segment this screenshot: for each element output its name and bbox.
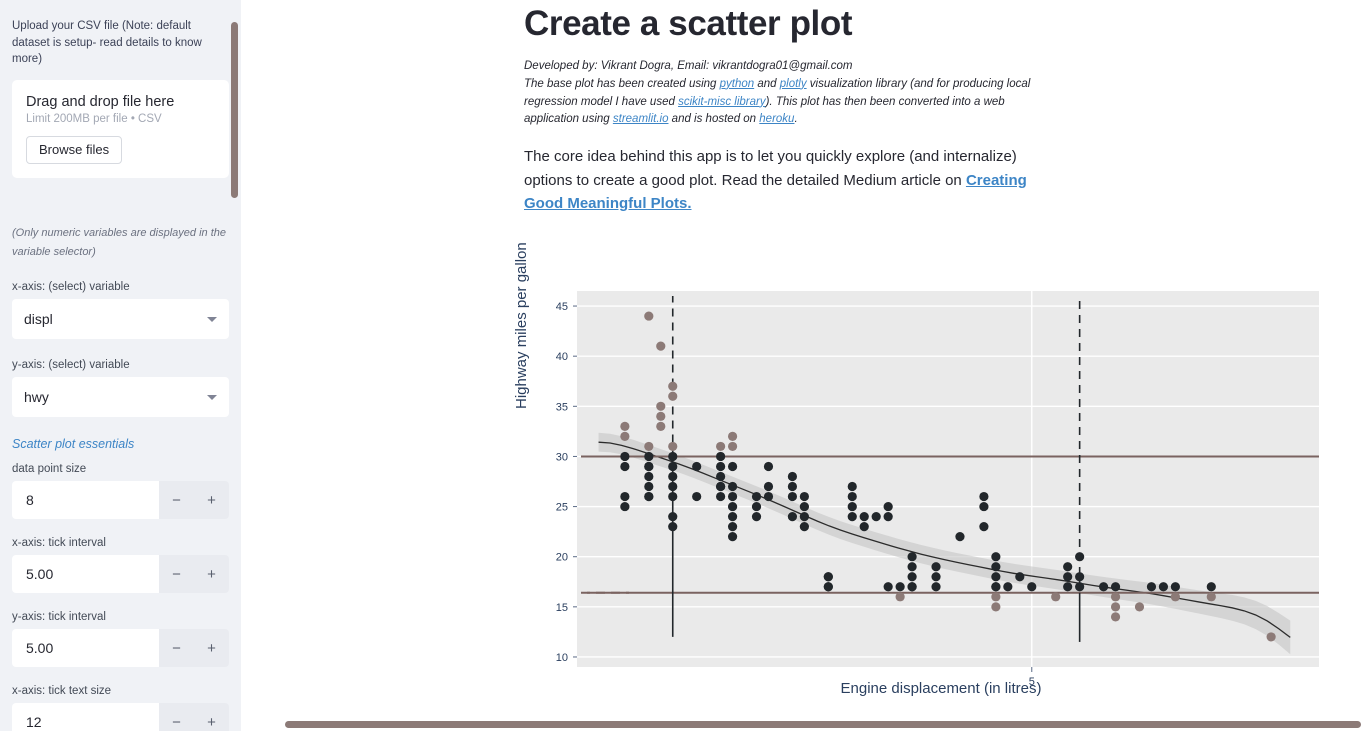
plus-icon[interactable]: + [194, 481, 229, 519]
stepper-value[interactable]: 8 [12, 481, 159, 520]
plus-icon[interactable]: + [194, 555, 229, 593]
stepper-label-data-point-size: data point size [12, 463, 87, 476]
stepper-buttons: − + [159, 555, 229, 594]
main-horizontal-scrollbar-thumb[interactable] [285, 721, 1361, 728]
svg-text:15: 15 [556, 602, 568, 614]
y-axis-title: Highway miles per gallon [513, 242, 530, 409]
credits-paragraph: The base plot has been created using pyt… [524, 76, 1044, 129]
intro-paragraph: The core idea behind this app is to let … [524, 145, 1044, 215]
scatter-plot[interactable]: Highway miles per gallon Engine displace… [513, 242, 1361, 719]
minus-icon[interactable]: − [159, 703, 194, 731]
credit-text: and [754, 77, 780, 90]
python-link[interactable]: python [720, 78, 755, 90]
browse-files-button[interactable]: Browse files [26, 136, 123, 165]
stepper-label-x-tick-interval: x-axis: tick interval [12, 537, 106, 550]
x-axis-variable-label: x-axis: (select) variable [12, 281, 130, 294]
x-axis-variable-value: displ [24, 311, 53, 328]
stepper-buttons: − + [159, 481, 229, 520]
intro-text: The core idea behind this app is to let … [524, 148, 1017, 189]
file-uploader-dropzone[interactable]: Drag and drop file here Limit 200MB per … [12, 80, 229, 179]
svg-text:20: 20 [556, 552, 568, 564]
stepper-y-tick-interval[interactable]: 5.00 − + [12, 629, 229, 668]
minus-icon[interactable]: − [159, 629, 194, 667]
plus-icon[interactable]: + [194, 703, 229, 731]
stepper-data-point-size[interactable]: 8 − + [12, 481, 229, 520]
plus-icon[interactable]: + [194, 629, 229, 667]
heroku-link[interactable]: heroku [759, 113, 794, 125]
svg-text:30: 30 [556, 451, 568, 463]
svg-text:10: 10 [556, 652, 568, 664]
stepper-x-tick-interval[interactable]: 5.00 − + [12, 555, 229, 594]
sidebar-scrollbar-thumb[interactable] [231, 22, 238, 198]
streamlit-link[interactable]: streamlit.io [613, 113, 669, 125]
stepper-buttons: − + [159, 703, 229, 731]
svg-text:45: 45 [556, 301, 568, 313]
plot-canvas: 10152025303540455 [556, 291, 1319, 688]
minus-icon[interactable]: − [159, 481, 194, 519]
developed-by-line: Developed by: Vikrant Dogra, Email: vikr… [524, 60, 853, 72]
numeric-variables-note: (Only numeric variables are displayed in… [12, 227, 226, 258]
svg-text:40: 40 [556, 351, 568, 363]
x-axis-variable-select[interactable]: displ [12, 299, 229, 340]
sidebar-content: Upload your CSV file (Note: default data… [0, 0, 241, 731]
y-axis-variable-value: hwy [24, 389, 49, 406]
credit-text: The base plot has been created using [524, 77, 720, 90]
dropzone-title: Drag and drop file here [26, 94, 175, 111]
upload-caption: Upload your CSV file (Note: default data… [12, 20, 202, 66]
page-title: Create a scatter plot [524, 4, 853, 43]
dropzone-limit: Limit 200MB per file • CSV [26, 113, 162, 126]
stepper-value[interactable]: 5.00 [12, 629, 159, 668]
stepper-label-y-tick-interval: y-axis: tick interval [12, 611, 106, 624]
y-axis-variable-label: y-axis: (select) variable [12, 359, 130, 372]
stepper-buttons: − + [159, 629, 229, 668]
minus-icon[interactable]: − [159, 555, 194, 593]
chevron-down-icon [207, 395, 217, 401]
credit-text: . [794, 113, 798, 126]
scatter-essentials-heading: Scatter plot essentials [12, 437, 135, 452]
chevron-down-icon [207, 317, 217, 323]
stepper-label-x-tick-text-size: x-axis: tick text size [12, 685, 112, 698]
main-inner: Create a scatter plot Developed by: Vikr… [241, 0, 1361, 731]
scikit-misc-link[interactable]: scikit-misc library [678, 96, 766, 108]
stepper-value[interactable]: 12 [12, 703, 159, 731]
credit-text: and is hosted on [668, 113, 760, 126]
stepper-value[interactable]: 5.00 [12, 555, 159, 594]
main-content: Create a scatter plot Developed by: Vikr… [241, 0, 1361, 731]
sidebar: Upload your CSV file (Note: default data… [0, 0, 241, 731]
x-axis-title: Engine displacement (in litres) [840, 680, 1042, 697]
stepper-x-tick-text-size[interactable]: 12 − + [12, 703, 229, 731]
plotly-link[interactable]: plotly [780, 78, 807, 90]
svg-text:35: 35 [556, 401, 568, 413]
svg-text:25: 25 [556, 502, 568, 514]
y-axis-variable-select[interactable]: hwy [12, 377, 229, 418]
